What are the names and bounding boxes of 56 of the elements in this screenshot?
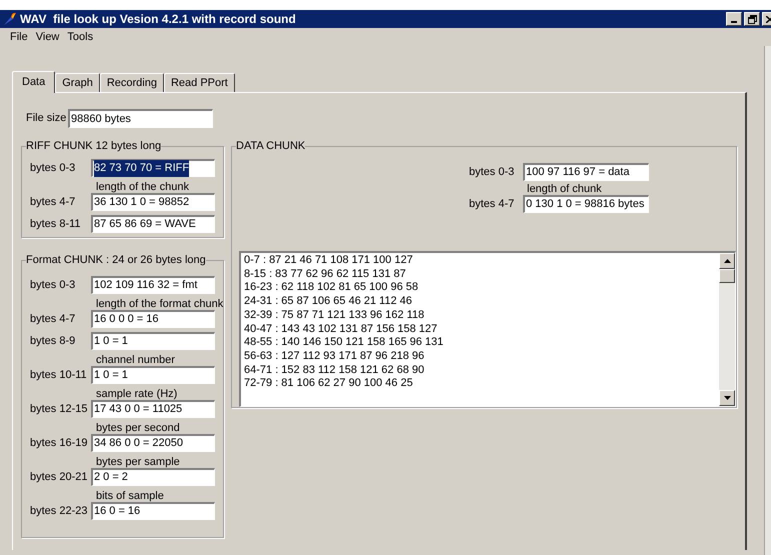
field-label: bytes 16-19 (30, 436, 88, 451)
data-line: 8-15 : 83 77 62 96 62 115 131 87 (244, 268, 407, 282)
value-field[interactable]: 16 0 0 0 = 16 (90, 310, 215, 328)
data-line: 24-31 : 65 87 106 65 46 21 112 46 (244, 295, 413, 309)
field-label: File size (26, 111, 68, 126)
value-field[interactable]: 102 109 116 32 = fmt (90, 276, 215, 294)
menu-item[interactable]: View (36, 28, 60, 46)
field-label: bytes 22-23 (30, 504, 88, 519)
value-field[interactable]: 16 0 = 16 (90, 502, 215, 520)
field-label: bytes 4-7 (30, 194, 76, 210)
value-field[interactable]: 82 73 70 70 = RIFF (90, 159, 215, 177)
field-caption: length of chunk (527, 183, 602, 195)
field-label: bytes 4-7 (469, 196, 516, 212)
data-line: 72-79 : 81 106 62 27 90 100 46 25 (244, 377, 414, 392)
data-line: 56-63 : 127 112 93 171 87 96 218 96 (244, 350, 426, 364)
field-caption: bits of sample (96, 490, 164, 502)
field-label: bytes 20-21 (30, 470, 88, 485)
file-size-field[interactable]: 98860 bytes (68, 109, 213, 128)
field-caption: length of the chunk (96, 181, 189, 193)
value-field[interactable]: 36 130 1 0 = 98852 (90, 193, 215, 211)
value-field[interactable]: 1 0 = 1 (90, 366, 215, 384)
data-line: 64-71 : 152 83 112 158 121 62 68 90 (244, 364, 426, 378)
field-caption: sample rate (Hz) (96, 388, 178, 400)
field-caption: channel number (96, 354, 175, 366)
field-label: bytes 8-11 (30, 216, 82, 232)
field-caption: length of the format chunk (96, 298, 224, 310)
field-label: bytes 10-11 (30, 368, 88, 383)
field-caption: bytes per second (96, 422, 180, 434)
tab[interactable]: Data (12, 71, 56, 93)
data-line: 40-47 : 143 43 102 131 87 156 158 127 (244, 322, 438, 336)
field-label: bytes 0-3 (30, 160, 76, 176)
tab[interactable]: Read PPort (164, 73, 235, 92)
value-field[interactable]: 2 0 = 2 (90, 468, 215, 486)
value-field[interactable]: 87 65 86 69 = WAVE (90, 215, 215, 233)
group-title: RIFF CHUNK 12 bytes long (26, 139, 162, 153)
group-title: Format CHUNK : 24 or 26 bytes long (26, 253, 206, 267)
field-label: bytes 12-15 (30, 402, 88, 417)
data-line: 0-7 : 87 21 46 71 108 171 100 127 (244, 254, 414, 268)
data-line: 48-55 : 140 146 150 121 158 165 96 131 (244, 336, 444, 350)
tab[interactable]: Recording (100, 73, 164, 92)
value-field[interactable]: 1 0 = 1 (90, 332, 215, 350)
data-line: 32-39 : 75 87 71 121 133 96 162 118 (244, 308, 426, 323)
field-label: bytes 0-3 (30, 278, 76, 293)
value-field[interactable]: 34 86 0 0 = 22050 (90, 434, 215, 452)
field-label: bytes 0-3 (469, 164, 516, 180)
data-line: 16-23 : 62 118 102 81 65 100 96 58 (244, 281, 420, 296)
tab[interactable]: Graph (55, 73, 100, 92)
value-field[interactable]: 100 97 116 97 = data (523, 163, 649, 181)
menu-item[interactable]: File (10, 28, 28, 46)
menu-item[interactable]: Tools (67, 28, 94, 46)
value-field[interactable]: 0 130 1 0 = 98816 bytes (523, 195, 649, 213)
field-label: bytes 8-9 (30, 334, 76, 349)
window-title: WAV file look up Vesion 4.2.1 with record sound (20, 11, 297, 28)
field-caption: bytes per sample (96, 456, 180, 468)
field-label: bytes 4-7 (30, 312, 76, 327)
value-field[interactable]: 17 43 0 0 = 11025 (90, 400, 215, 418)
